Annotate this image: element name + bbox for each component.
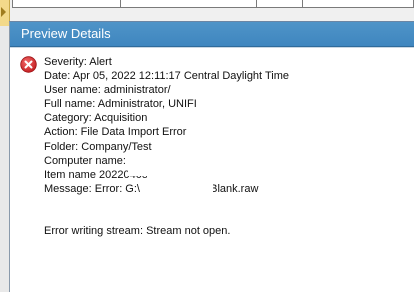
redaction-box xyxy=(128,165,250,176)
grid-divider xyxy=(302,0,303,7)
grid-divider xyxy=(120,0,121,7)
action-line: Action: File Data Import Error xyxy=(44,126,187,139)
chevron-right-icon xyxy=(1,7,6,17)
error-x-icon xyxy=(20,56,37,73)
application-window: Preview Details Severity: Alert Date: Ap… xyxy=(0,0,414,292)
category-line: Category: Acquisition xyxy=(44,112,148,125)
user-name-line: User name: administrator/ xyxy=(44,84,171,97)
message-line: Message: Error: G:\ _Blank.raw xyxy=(44,175,289,196)
left-gutter xyxy=(0,26,9,292)
severity-line: Severity: Alert xyxy=(44,56,112,68)
preview-details-panel: Preview Details Severity: Alert Date: Ap… xyxy=(9,21,414,292)
folder-line: Folder: Company/Test xyxy=(44,140,152,153)
redaction-box xyxy=(147,175,213,195)
computer-name-text: Computer name: \ xyxy=(44,154,133,167)
grid-divider xyxy=(256,0,257,7)
panel-title: Preview Details xyxy=(21,26,111,41)
full-name-line: Full name: Administrator, UNIFI xyxy=(44,98,197,111)
panel-header: Preview Details xyxy=(10,22,414,47)
details-text: Severity: Alert Date: Apr 05, 2022 12:11… xyxy=(44,55,289,238)
message-text: Message: Error: G:\ xyxy=(44,182,140,195)
panel-body: Severity: Alert Date: Apr 05, 2022 12:11… xyxy=(10,47,414,292)
error-detail-line: Error writing stream: Stream not open. xyxy=(44,224,231,237)
date-line: Date: Apr 05, 2022 12:11:17 Central Dayl… xyxy=(44,70,289,83)
upper-grid-edge xyxy=(12,0,414,8)
